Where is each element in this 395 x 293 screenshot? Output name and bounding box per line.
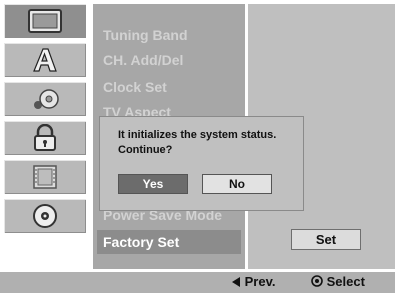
sidebar-item-recording[interactable] (4, 160, 86, 194)
select-hint: Select (311, 274, 365, 289)
hint-bar: Prev. Select (0, 272, 395, 293)
set-button[interactable]: Set (291, 229, 361, 250)
menu-item-ch-add-del[interactable]: CH. Add/Del (103, 52, 183, 68)
no-button[interactable]: No (202, 174, 272, 194)
prev-label: Prev. (244, 274, 276, 289)
menu-item-factory-set[interactable]: Factory Set (97, 230, 241, 254)
confirm-dialog: It initializes the system status. Contin… (100, 117, 303, 210)
select-label: Select (326, 274, 365, 289)
select-circle-icon (311, 275, 323, 287)
sidebar-item-language[interactable] (4, 43, 86, 77)
dialog-line-1: It initializes the system status. (118, 129, 277, 141)
dialog-message: It initializes the system status. Contin… (118, 128, 276, 158)
menu-item-clock-set[interactable]: Clock Set (103, 79, 167, 95)
language-a-icon (33, 48, 57, 72)
sidebar-item-lock[interactable] (4, 121, 86, 155)
sidebar-item-general[interactable] (4, 4, 86, 38)
lock-icon (34, 124, 56, 151)
film-icon (33, 165, 57, 189)
dialog-line-2: Continue? (118, 144, 173, 156)
sidebar-item-audio[interactable] (4, 82, 86, 116)
sidebar-item-disc[interactable] (4, 199, 86, 233)
category-sidebar (4, 4, 86, 269)
triangle-left-icon (232, 277, 240, 287)
menu-item-tuning-band[interactable]: Tuning Band (103, 27, 188, 43)
disc-icon (33, 204, 57, 228)
tv-screen-icon (28, 9, 62, 33)
prev-hint: Prev. (232, 274, 275, 289)
setup-screen: Tuning Band CH. Add/Del Clock Set TV Asp… (0, 0, 395, 293)
audio-disc-icon (34, 89, 59, 109)
yes-button[interactable]: Yes (118, 174, 188, 194)
